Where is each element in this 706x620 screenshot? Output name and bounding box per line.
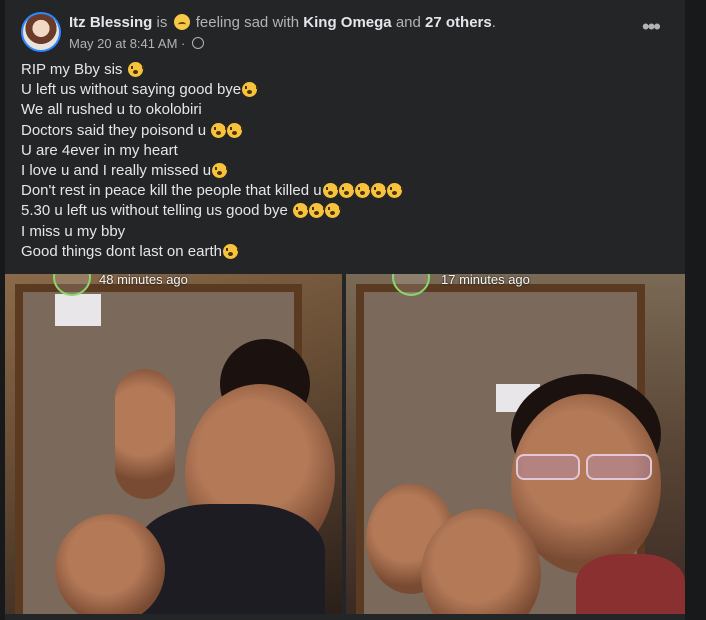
- child-face-left: [55, 514, 165, 614]
- crying-face-icon: [242, 82, 259, 98]
- crying-face-icon: [354, 183, 371, 199]
- post-body: RIP my Bby sis U left us without saying …: [21, 60, 661, 262]
- sad-face-icon: [173, 14, 190, 30]
- others-link[interactable]: 27 others: [425, 14, 492, 31]
- post-timestamp[interactable]: May 20 at 8:41 AM: [69, 36, 177, 51]
- photo-left-stamp: 48 minutes ago: [99, 274, 188, 287]
- glasses-left-lens: [516, 454, 580, 480]
- crying-face-icon: [386, 183, 403, 199]
- post-line-text: U left us without saying good bye: [21, 81, 242, 99]
- photo-right[interactable]: 17 minutes ago: [346, 274, 685, 614]
- post-line-text: 5.30 u left us without telling us good b…: [21, 202, 293, 220]
- post-line-text: Good things dont last on earth: [21, 242, 222, 260]
- post-line-text: We all rushed u to okolobiri: [21, 101, 202, 119]
- post-line: I miss u my bby: [21, 222, 661, 242]
- meta-separator: ·: [181, 36, 186, 51]
- post-line-text: I miss u my bby: [21, 222, 126, 240]
- post-line: We all rushed u to okolobiri: [21, 100, 661, 120]
- post-line: U are 4ever in my heart: [21, 141, 661, 161]
- post-line: I love u and I really missed u: [21, 161, 661, 181]
- crying-face-icon: [322, 183, 339, 199]
- post-title-line: Itz Blessing is feeling sad with King Om…: [69, 14, 496, 31]
- photo-left[interactable]: 48 minutes ago: [5, 274, 342, 614]
- post-line-text: U are 4ever in my heart: [21, 141, 178, 159]
- post-line: RIP my Bby sis: [21, 60, 661, 80]
- crying-face-icon: [370, 183, 387, 199]
- wall-sign: [55, 294, 101, 326]
- author-avatar[interactable]: [21, 12, 61, 52]
- more-options-icon[interactable]: •••: [642, 16, 661, 38]
- crying-face-icon: [211, 122, 228, 138]
- crying-face-icon: [338, 183, 355, 199]
- hand-left: [115, 369, 175, 499]
- author-name[interactable]: Itz Blessing: [69, 14, 152, 31]
- feeling-prefix: is: [156, 14, 168, 31]
- post-line-text: Don't rest in peace kill the people that…: [21, 182, 322, 200]
- post-meta: May 20 at 8:41 AM ·: [69, 36, 204, 51]
- globe-icon[interactable]: [192, 37, 204, 49]
- post-header: Itz Blessing is feeling sad with King Om…: [21, 12, 669, 56]
- crying-face-icon: [212, 163, 229, 179]
- crying-face-icon: [293, 203, 310, 219]
- and-word: and: [395, 14, 421, 31]
- post-line: Doctors said they poisond u: [21, 121, 661, 141]
- shirt-right: [576, 554, 685, 614]
- post-line-text: I love u and I really missed u: [21, 162, 212, 180]
- crying-face-icon: [309, 203, 326, 219]
- post-line: Don't rest in peace kill the people that…: [21, 181, 661, 201]
- crying-face-icon: [127, 62, 144, 77]
- photo-right-stamp: 17 minutes ago: [441, 274, 530, 287]
- glasses-right-lens: [586, 454, 652, 480]
- tagged-user[interactable]: King Omega: [303, 14, 391, 31]
- post-line: Good things dont last on earth: [21, 242, 661, 262]
- crying-face-icon: [227, 122, 244, 138]
- post-card: Itz Blessing is feeling sad with King Om…: [5, 0, 685, 620]
- post-line-text: RIP my Bby sis: [21, 61, 127, 78]
- crying-face-icon: [325, 203, 342, 219]
- post-line-text: Doctors said they poisond u: [21, 121, 211, 139]
- title-period: .: [491, 14, 496, 31]
- crying-face-icon: [222, 243, 239, 259]
- feeling-text: feeling sad with: [195, 14, 300, 31]
- post-line: U left us without saying good bye: [21, 80, 661, 100]
- post-line: 5.30 u left us without telling us good b…: [21, 201, 661, 221]
